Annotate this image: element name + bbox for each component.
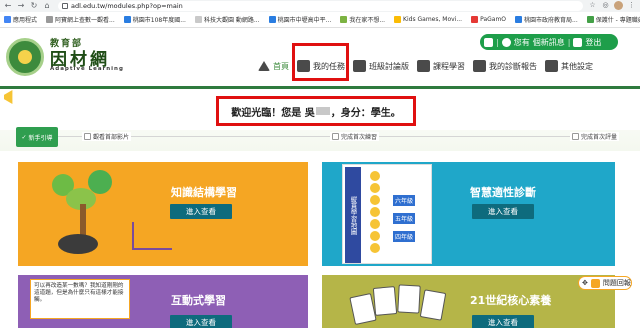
card-title: 知識結構學習 — [171, 186, 237, 199]
bookmark-icon — [268, 16, 276, 23]
checkbox-icon — [84, 133, 91, 140]
highlight-box-tasks — [292, 43, 349, 81]
address-bar[interactable]: adl.edu.tw/modules.php?op=main — [58, 1, 583, 11]
card-adaptive-diagnosis: 縱貫學習地圖 六年級 五年級 四年級 智慧適性診斷 進入查看 — [322, 162, 615, 266]
forum-icon — [353, 60, 366, 72]
redacted-name — [315, 107, 330, 115]
browser-toolbar: ← → ↻ ⌂ adl.edu.tw/modules.php?op=main ☆… — [0, 0, 640, 12]
forward-icon[interactable]: → — [16, 1, 26, 11]
newbie-guide-button[interactable]: ✓ 新手引導 — [16, 127, 58, 147]
logout-icon — [573, 37, 583, 47]
logout-button[interactable]: 登出 — [585, 37, 601, 48]
chat-icon — [590, 278, 600, 288]
settings-icon — [545, 60, 558, 72]
checkbox-icon — [332, 133, 339, 140]
bookmark-icon — [471, 16, 479, 23]
enter-button[interactable]: 進入查看 — [472, 204, 534, 219]
back-icon[interactable]: ← — [3, 1, 13, 11]
menu-icon[interactable]: ⋮ — [627, 1, 636, 10]
profile-avatar[interactable] — [614, 1, 623, 10]
knowledge-tree-illustration — [48, 170, 172, 254]
step-first-practice: 完成首次練習 — [330, 132, 380, 141]
step-first-assessment: 完成首次評量 — [570, 132, 620, 141]
bookmark-icon — [586, 16, 594, 23]
star-icon[interactable]: ☆ — [588, 1, 597, 10]
enter-button[interactable]: 進入查看 — [170, 204, 232, 219]
bookmark-item[interactable]: Kids Games, Movi... — [394, 16, 462, 23]
chart-icon — [132, 222, 172, 250]
check-icon: ✓ — [21, 133, 27, 141]
bookmark-item[interactable]: 桃園市108年度國... — [123, 15, 186, 24]
bookmark-item[interactable]: PaGamO — [471, 16, 506, 23]
move-icon: ✥ — [582, 279, 588, 287]
bookmark-item[interactable]: 阿寶網上查數一觀看... — [46, 15, 115, 24]
grade-tag: 六年級 — [393, 195, 416, 206]
bookmark-icon — [340, 16, 348, 23]
nav-course-learning[interactable]: 課程學習 — [417, 58, 465, 74]
checkbox-icon — [572, 133, 579, 140]
bookmark-icon — [194, 16, 202, 23]
apps-icon — [4, 16, 11, 23]
nav-settings[interactable]: 其他設定 — [545, 58, 593, 74]
nav-class-forum[interactable]: 班級討論版 — [353, 58, 409, 74]
grade-tag: 五年級 — [393, 213, 416, 224]
card-title: 互動式學習 — [171, 294, 226, 307]
messages-link[interactable]: 個新訊息 — [533, 37, 565, 48]
bookmark-item[interactable]: 桃園市政府教育局... — [515, 15, 578, 24]
onboarding-progress: ✓ 新手引導 觀看首部影片 完成首次練習 完成首次評量 — [14, 127, 634, 147]
enter-button[interactable]: 進入查看 — [170, 315, 232, 328]
learning-map-illustration: 縱貫學習地圖 六年級 五年級 四年級 — [342, 164, 432, 264]
user-icon — [501, 37, 511, 47]
lock-icon — [62, 3, 68, 9]
card-interactive-learning: 可以再改造某一數嗎？我知道剛剛的這道題，但是為什麼只有這樣才能接觸。 互動式學習… — [18, 275, 308, 328]
logo-subtitle: Adaptive Learning — [50, 66, 124, 72]
greeting-you: 您有 — [513, 37, 530, 47]
user-status-bar: | 您有 個新訊息 | 登出 — [480, 34, 618, 50]
card-title: 智慧適性診斷 — [470, 186, 536, 199]
course-icon — [417, 60, 430, 72]
bookmark-icon — [394, 16, 402, 23]
card-title: 21世紀核心素養 — [470, 294, 552, 307]
home-icon[interactable]: ⌂ — [42, 1, 52, 11]
bookmark-item[interactable]: 科技大觀園 動網路... — [194, 15, 260, 24]
welcome-message: 歡迎光臨！您是 吳 ，身分：學生。 — [216, 96, 416, 126]
bookmark-icon — [46, 16, 54, 23]
nav-home[interactable]: 首頁 — [258, 58, 289, 74]
bookmark-item[interactable]: 保護什 - 專題職典 — [586, 15, 640, 24]
nav-diagnosis-report[interactable]: 我的診斷報告 — [473, 58, 537, 74]
logo-seal-icon[interactable] — [6, 38, 44, 76]
step-watch-video: 觀看首部影片 — [82, 132, 132, 141]
dialogue-illustration: 可以再改造某一數嗎？我知道剛剛的這道題，但是為什麼只有這樣才能接觸。 — [30, 279, 130, 319]
reload-icon[interactable]: ↻ — [29, 1, 39, 11]
home-icon — [258, 61, 270, 71]
grade-tag: 四年級 — [393, 231, 416, 242]
literacy-cards-illustration — [349, 281, 462, 328]
bookmark-item[interactable]: 我在家不想... — [340, 15, 385, 24]
map-column-label: 縱貫學習地圖 — [345, 167, 361, 263]
card-core-literacy: 21世紀核心素養 進入查看 — [322, 275, 615, 328]
card-icon — [484, 37, 493, 47]
feedback-button[interactable]: ✥ 問題回報 — [578, 276, 632, 290]
card-knowledge-structure: 知識結構學習 進入查看 — [18, 162, 308, 266]
url-text: adl.edu.tw/modules.php?op=main — [71, 2, 183, 10]
bookmark-item[interactable]: 桃園市中壢高中平... — [268, 15, 331, 24]
report-icon — [473, 60, 486, 72]
bookmarks-bar: 應用程式 阿寶網上查數一觀看... 桃園市108年度國... 科技大觀園 動網路… — [0, 12, 640, 28]
bookmark-icon — [515, 16, 523, 23]
enter-button[interactable]: 進入查看 — [472, 315, 534, 328]
extension-icon[interactable]: ◎ — [601, 1, 610, 10]
bookmark-item[interactable]: 應用程式 — [4, 15, 37, 24]
bookmark-icon — [123, 16, 131, 23]
